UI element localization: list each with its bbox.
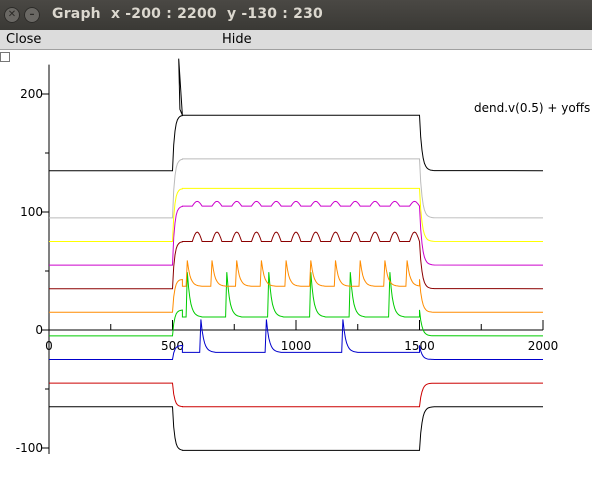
y-tick-label: 0 (35, 323, 43, 337)
ticks: 0 500 1000 1500 2000-1000100200 (16, 87, 559, 455)
minimize-window-icon[interactable]: – (24, 7, 40, 23)
hide-menu-item[interactable]: Hide (222, 32, 252, 47)
voltage-traces (49, 58, 544, 451)
close-menu-item[interactable]: Close (6, 32, 41, 47)
menu-bar: Close Hide (0, 30, 592, 50)
window-title: Graph x -200 : 2200 y -130 : 230 (52, 6, 323, 22)
axes (48, 64, 543, 454)
trace-line (49, 406, 544, 451)
x-tick-label: 0 (45, 339, 53, 353)
trace-line (49, 260, 544, 313)
x-tick-label: 2000 (528, 339, 559, 353)
trace-line (49, 187, 544, 242)
window-titlebar: ✕ – Graph x -200 : 2200 y -130 : 230 (0, 0, 592, 30)
y-tick-label: 100 (20, 205, 43, 219)
trace-line (49, 231, 544, 290)
trace-line (49, 200, 544, 266)
plot-corner-box[interactable] (0, 52, 10, 62)
graph-plot[interactable]: 0 500 1000 1500 2000-1000100200 dend.v(0.5) … (0, 50, 592, 485)
legend-label: dend.v(0.5) + yoffs (474, 101, 590, 115)
trace-line (49, 58, 544, 172)
close-window-icon[interactable]: ✕ (4, 7, 20, 23)
y-tick-label: 200 (20, 87, 43, 101)
trace-line (49, 382, 544, 408)
x-tick-label: 1000 (281, 339, 312, 353)
y-tick-label: -100 (16, 441, 43, 455)
